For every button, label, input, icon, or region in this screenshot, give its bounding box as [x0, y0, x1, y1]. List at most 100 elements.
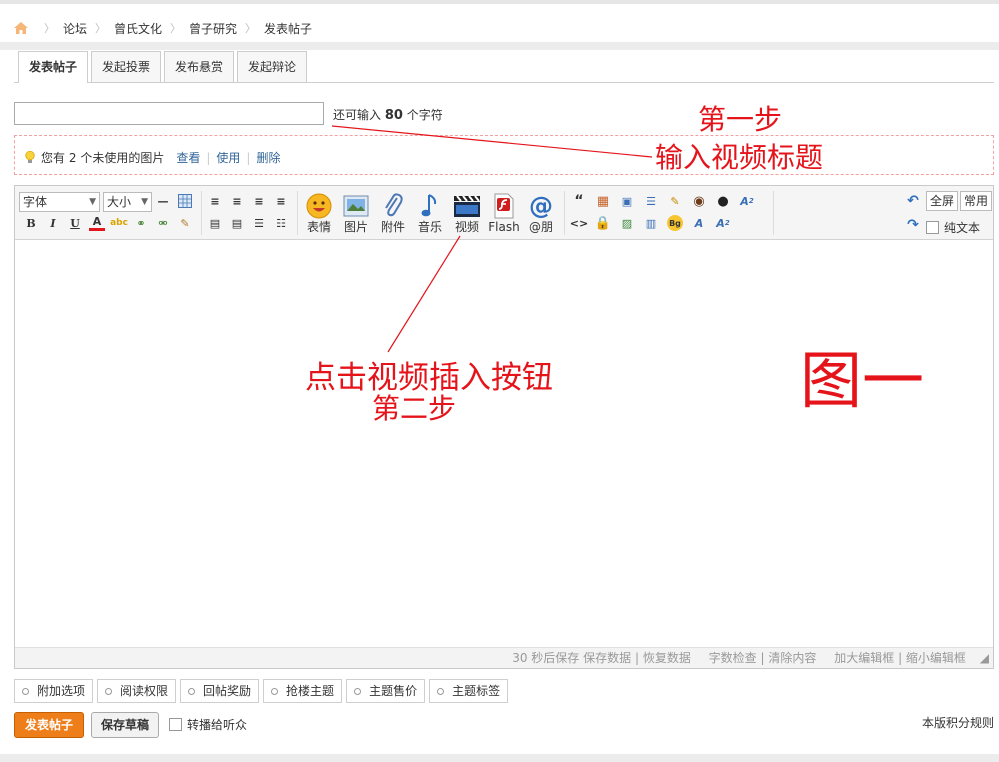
save-draft-button[interactable]: 保存草稿	[91, 712, 159, 738]
horizontal-rule-icon[interactable]: —	[155, 193, 171, 209]
delete-link[interactable]: 删除	[256, 149, 280, 166]
unordered-list-icon[interactable]: ☷	[273, 215, 289, 231]
plaintext-checkbox[interactable]	[926, 221, 939, 234]
free-content-icon[interactable]: ▦	[595, 193, 611, 209]
font-select-label: 字体	[23, 195, 48, 209]
word-count-link[interactable]: 字数检查	[709, 651, 757, 665]
highlight-icon[interactable]: abc	[110, 215, 128, 231]
remove-link-icon[interactable]: ⚮	[155, 215, 171, 231]
float-right-icon[interactable]: ▤	[229, 215, 245, 231]
separator-band	[0, 42, 999, 50]
columns-icon[interactable]: ▥	[643, 215, 659, 231]
image-label: 图片	[343, 220, 368, 234]
option-reply-reward[interactable]: 回帖奖励	[180, 679, 260, 703]
title-hint-before: 还可输入	[333, 108, 382, 122]
restore-data-link[interactable]: 恢复数据	[643, 651, 691, 665]
toolbar-divider	[773, 191, 774, 235]
title-hint-count: 80	[384, 108, 403, 123]
font-color-icon[interactable]: A	[89, 215, 105, 231]
editor-body[interactable]	[15, 240, 993, 646]
paperclip-icon	[385, 193, 403, 217]
undo-icon[interactable]: ↶	[905, 193, 921, 209]
subscript-icon[interactable]: A2	[739, 193, 755, 209]
align-right-icon[interactable]: ≡	[251, 193, 267, 209]
common-button[interactable]: 常用	[960, 191, 993, 211]
credit-rules-link[interactable]: 本版积分规则	[922, 714, 994, 731]
option-label: 阅读权限	[120, 684, 169, 698]
option-label: 主题标签	[452, 684, 501, 698]
locale-icon[interactable]: ◉	[691, 193, 707, 209]
editor-toolbar: 字体 ▼ 大小 ▼ — B I U A abc ⚭ ⚮ ✎ ≡ ≡ ≡ ≡ ▤ ▤ …	[15, 186, 993, 240]
attachment-label: 附件	[380, 220, 405, 234]
tab-post[interactable]: 发表帖子	[18, 51, 89, 83]
smiley-icon	[306, 193, 332, 219]
option-tags[interactable]: 主题标签	[429, 679, 509, 703]
tab-debate[interactable]: 发起辩论	[237, 51, 308, 82]
superscript-icon[interactable]: A2	[715, 215, 731, 231]
music-note-icon	[421, 194, 437, 217]
bold-icon[interactable]: B	[23, 215, 39, 231]
notice-text: 您有	[41, 151, 66, 165]
save-data-link[interactable]: 保存数据	[583, 651, 631, 665]
share-checkbox[interactable]	[169, 718, 182, 731]
option-price[interactable]: 主题售价	[346, 679, 426, 703]
quote-icon[interactable]: “	[571, 193, 587, 209]
music-button[interactable]: 音乐	[413, 192, 447, 234]
align-justify-icon[interactable]: ≡	[273, 193, 289, 209]
bullet-icon	[188, 687, 196, 695]
use-link[interactable]: 使用	[216, 149, 240, 166]
emoji-label: 表情	[306, 220, 331, 234]
divider: |	[206, 150, 211, 165]
font-style-icon[interactable]: A	[691, 215, 707, 231]
view-link[interactable]: 查看	[176, 149, 200, 166]
lightbulb-icon	[25, 151, 35, 163]
breadcrumb-forum[interactable]: 论坛	[63, 20, 87, 37]
size-select[interactable]: 大小 ▼	[103, 192, 152, 212]
align-center-icon[interactable]: ≡	[229, 193, 245, 209]
fullscreen-button[interactable]: 全屏	[926, 191, 959, 211]
tab-reward[interactable]: 发布悬赏	[164, 51, 235, 82]
option-extra[interactable]: 附加选项	[14, 679, 94, 703]
option-floor-grab[interactable]: 抢楼主题	[263, 679, 343, 703]
tab-poll[interactable]: 发起投票	[91, 51, 162, 82]
attachment-button[interactable]: 附件	[376, 192, 410, 234]
image-button[interactable]: 图片	[339, 192, 373, 234]
title-input[interactable]	[14, 102, 324, 125]
mention-button[interactable]: @ @朋	[524, 192, 558, 234]
flash-label: Flash	[488, 220, 520, 234]
shrink-editor-link[interactable]: 缩小编辑框	[906, 651, 966, 665]
breadcrumb-culture[interactable]: 曾氏文化	[114, 20, 162, 37]
clear-content-link[interactable]: 清除内容	[768, 651, 816, 665]
resize-grip-icon[interactable]: ◢	[980, 651, 989, 665]
add-link-icon[interactable]: ⚭	[133, 215, 149, 231]
video-button[interactable]: 视频	[450, 192, 484, 234]
toolbar-divider	[201, 191, 202, 235]
enlarge-editor-link[interactable]: 加大编辑框	[834, 651, 894, 665]
page-icon[interactable]: ▣	[619, 193, 635, 209]
toolbar-divider	[564, 191, 565, 235]
align-left-icon[interactable]: ≡	[207, 193, 223, 209]
option-read-permission[interactable]: 阅读权限	[97, 679, 177, 703]
font-select[interactable]: 字体 ▼	[19, 192, 100, 212]
float-left-icon[interactable]: ▤	[207, 215, 223, 231]
italic-icon[interactable]: I	[45, 215, 61, 231]
code-icon[interactable]: <>	[570, 215, 588, 231]
ordered-list-icon[interactable]: ☰	[251, 215, 267, 231]
underline-icon[interactable]: U	[67, 215, 83, 231]
home-icon[interactable]	[14, 22, 28, 34]
clear-format-icon[interactable]: ✎	[177, 215, 193, 231]
flash-button[interactable]: Flash	[487, 192, 521, 234]
download-icon[interactable]: ▨	[619, 215, 635, 231]
index-icon[interactable]: ☰	[643, 193, 659, 209]
qq-icon[interactable]: ●	[715, 193, 731, 209]
emoji-button[interactable]: 表情	[302, 192, 336, 234]
submit-post-button[interactable]: 发表帖子	[14, 712, 84, 738]
redo-icon[interactable]: ↷	[905, 217, 921, 233]
password-icon[interactable]: ✎	[667, 193, 683, 209]
notice-count: 2	[68, 150, 77, 165]
hide-content-icon[interactable]: 🔒	[595, 215, 611, 231]
divider: |	[246, 150, 251, 165]
table-icon[interactable]	[177, 193, 193, 209]
background-color-icon[interactable]: Bg	[667, 215, 683, 231]
breadcrumb-research[interactable]: 曾子研究	[189, 20, 237, 37]
